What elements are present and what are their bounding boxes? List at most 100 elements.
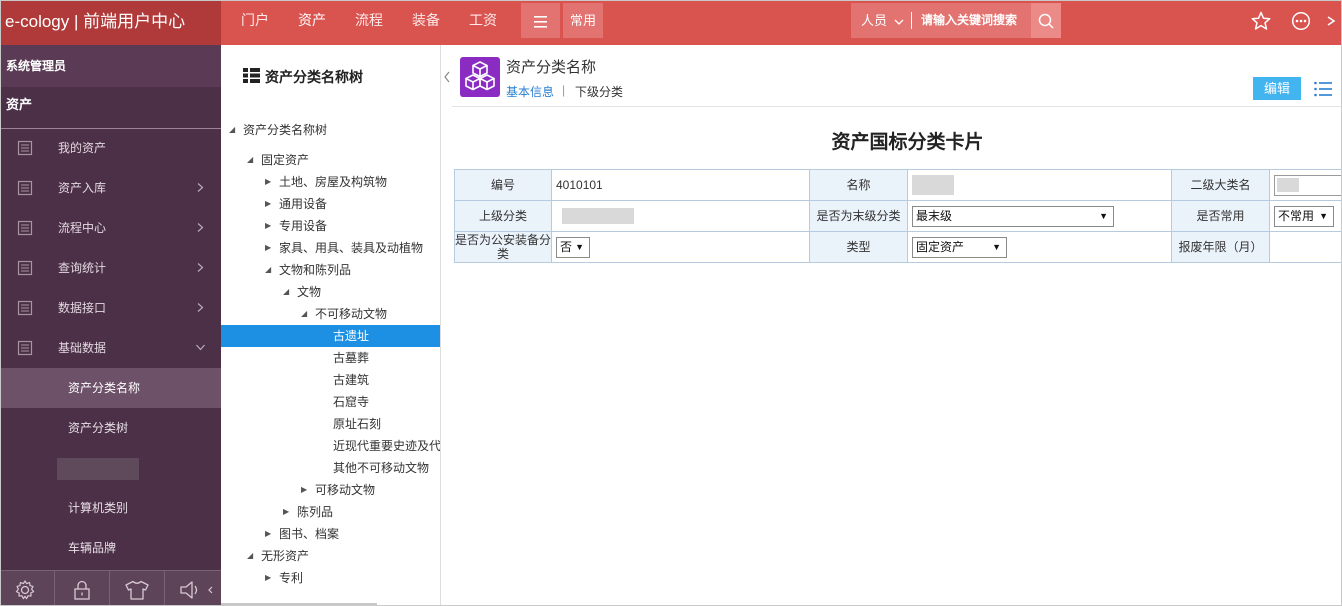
tree-expanded-icon[interactable]: ◢ — [301, 303, 307, 325]
topnav-workflow[interactable]: 流程 — [355, 1, 383, 41]
settings-button[interactable] — [1, 571, 55, 605]
collapse-tree-handle[interactable] — [442, 67, 452, 87]
sidebar-toolbar — [1, 570, 221, 605]
police-label: 是否为公安装备分类 — [454, 231, 552, 263]
police-select[interactable]: 否 ▼ — [556, 236, 590, 258]
common-label: 是否常用 — [1171, 200, 1270, 232]
search-bar: 人员 请输入关键词搜索 — [851, 3, 1061, 38]
tree-collapsed-icon[interactable]: ▶ — [265, 567, 271, 589]
tree-expanded-icon[interactable]: ◢ — [247, 149, 253, 171]
current-user[interactable]: 系统管理员 — [1, 45, 221, 87]
tree-node[interactable]: ▶ 陈列品 — [221, 501, 440, 523]
brand-logo[interactable]: e-cology | 前端用户中心 — [1, 1, 221, 45]
sidebar-item-label: 资产入库 — [58, 181, 107, 195]
tree-node[interactable]: ▶ 专利 — [221, 567, 440, 589]
tree-node[interactable]: 近现代重要史迹及代 — [221, 435, 441, 457]
redacted-value — [1277, 177, 1299, 192]
sidebar-item-workflow-center[interactable]: 流程中心 — [1, 208, 221, 248]
star-icon[interactable] — [1251, 11, 1271, 31]
is-leaf-select[interactable]: 最末级 ▼ — [912, 205, 1114, 227]
sidebar-subitem-vehicle-brands[interactable]: 车辆品牌 — [1, 528, 221, 568]
common-button[interactable]: 常用 — [563, 3, 603, 38]
type-select[interactable]: 固定资产 ▼ — [912, 236, 1007, 258]
type-label: 类型 — [809, 231, 908, 263]
tree-node[interactable]: 其他不可移动文物 — [221, 457, 440, 479]
tab-basic-info[interactable]: 基本信息 — [506, 83, 554, 100]
tree-collapsed-icon[interactable]: ▶ — [265, 237, 271, 259]
tree-node[interactable]: 古墓葬 — [221, 347, 440, 369]
tree-node-label: 其他不可移动文物 — [333, 461, 430, 475]
tree-node[interactable]: ▶ 通用设备 — [221, 193, 440, 215]
tree-collapsed-icon[interactable]: ▶ — [265, 193, 271, 215]
scrap-value[interactable] — [1269, 231, 1341, 263]
topnav-assets[interactable]: 资产 — [298, 1, 326, 41]
tree-node[interactable]: 石窟寺 — [221, 391, 440, 413]
tree-node[interactable]: ◢ 无形资产 — [221, 545, 440, 567]
tree-node[interactable]: ◢ 固定资产 — [221, 149, 440, 171]
more-icon[interactable] — [1291, 11, 1311, 31]
topnav-portal[interactable]: 门户 — [241, 1, 269, 41]
sidebar-item-data-interface[interactable]: 数据接口 — [1, 288, 221, 328]
search-icon — [1038, 13, 1054, 29]
tree-expanded-icon[interactable]: ◢ — [247, 545, 253, 567]
redacted-value — [562, 208, 634, 224]
tree-collapsed-icon[interactable]: ▶ — [265, 215, 271, 237]
tree-node[interactable]: ◢ 不可移动文物 — [221, 303, 440, 325]
search-input[interactable]: 请输入关键词搜索 — [921, 3, 1017, 38]
tree-collapsed-icon[interactable]: ▶ — [265, 523, 271, 545]
tree-node[interactable]: ▶ 专用设备 — [221, 215, 440, 237]
tree-expanded-icon[interactable]: ◢ — [283, 281, 289, 303]
tree-node[interactable]: 古遗址 — [221, 325, 440, 347]
tree-node-label: 古遗址 — [333, 329, 370, 343]
tree-node[interactable]: ◢ 文物和陈列品 — [221, 259, 440, 281]
tree-node[interactable]: ▶ 家具、用具、装具及动植物 — [221, 237, 440, 259]
tree-node-label: 石窟寺 — [333, 395, 370, 409]
tree-node[interactable]: 原址石刻 — [221, 413, 440, 435]
tab-subcategories[interactable]: 下级分类 — [575, 83, 623, 100]
sidebar-subitem-redacted[interactable] — [1, 448, 221, 488]
expand-icon[interactable] — [1325, 11, 1341, 31]
edit-button[interactable]: 编辑 — [1253, 77, 1301, 100]
tree-collapsed-icon[interactable]: ▶ — [301, 479, 307, 501]
tree-node[interactable]: ◢ 文物 — [221, 281, 440, 303]
common-select[interactable]: 不常用 ▼ — [1274, 205, 1334, 227]
category-input[interactable] — [1274, 174, 1341, 196]
tree-node[interactable]: ▶ 可移动文物 — [221, 479, 440, 501]
sidebar-subitem-computer-types[interactable]: 计算机类别 — [1, 488, 221, 528]
tree-collapsed-icon[interactable]: ▶ — [283, 501, 289, 523]
chevron-right-icon — [197, 263, 204, 272]
list-menu-icon[interactable] — [1313, 79, 1333, 99]
tree-node-label: 近现代重要史迹及代 — [333, 439, 441, 453]
sidebar-item-query-stats[interactable]: 查询统计 — [1, 248, 221, 288]
topnav-equipment[interactable]: 装备 — [412, 1, 440, 41]
category-value — [1269, 169, 1341, 201]
is-leaf-cell: 最末级 ▼ — [907, 200, 1172, 232]
sidebar-item-base-data[interactable]: 基础数据 — [1, 328, 221, 368]
sidebar-item-asset-intake[interactable]: 资产入库 — [1, 168, 221, 208]
search-scope-dropdown[interactable]: 人员 — [861, 3, 904, 38]
lock-button[interactable] — [56, 571, 110, 605]
sound-button[interactable] — [166, 571, 220, 605]
theme-button[interactable] — [111, 571, 165, 605]
tree-node[interactable]: ◢ 资产分类名称树 — [221, 119, 440, 141]
tree-node-label: 资产分类名称树 — [243, 123, 328, 137]
asset-category-icon — [460, 57, 500, 97]
tree-collapsed-icon[interactable]: ▶ — [265, 171, 271, 193]
tree-node[interactable]: ▶ 图书、档案 — [221, 523, 440, 545]
topnav-salary[interactable]: 工资 — [469, 1, 497, 41]
search-button[interactable] — [1031, 3, 1061, 38]
shirt-icon — [125, 580, 149, 600]
dropdown-arrow-icon: ▼ — [575, 241, 584, 252]
tree-node[interactable]: ▶ 土地、房屋及构筑物 — [221, 171, 440, 193]
tree-node[interactable]: 古建筑 — [221, 369, 440, 391]
tree-node-label: 固定资产 — [261, 153, 310, 167]
search-scope-label: 人员 — [861, 13, 888, 28]
menu-button[interactable] — [521, 3, 560, 38]
tree-expanded-icon[interactable]: ◢ — [265, 259, 271, 281]
tree-node-label: 专利 — [279, 571, 304, 585]
sidebar-item-my-assets[interactable]: 我的资产 — [1, 128, 221, 168]
tree-expanded-icon[interactable]: ◢ — [229, 119, 235, 141]
tree-node-label: 图书、档案 — [279, 527, 340, 541]
sidebar-subitem-category-name[interactable]: 资产分类名称 — [1, 368, 221, 408]
sidebar-subitem-category-tree[interactable]: 资产分类树 — [1, 408, 221, 448]
